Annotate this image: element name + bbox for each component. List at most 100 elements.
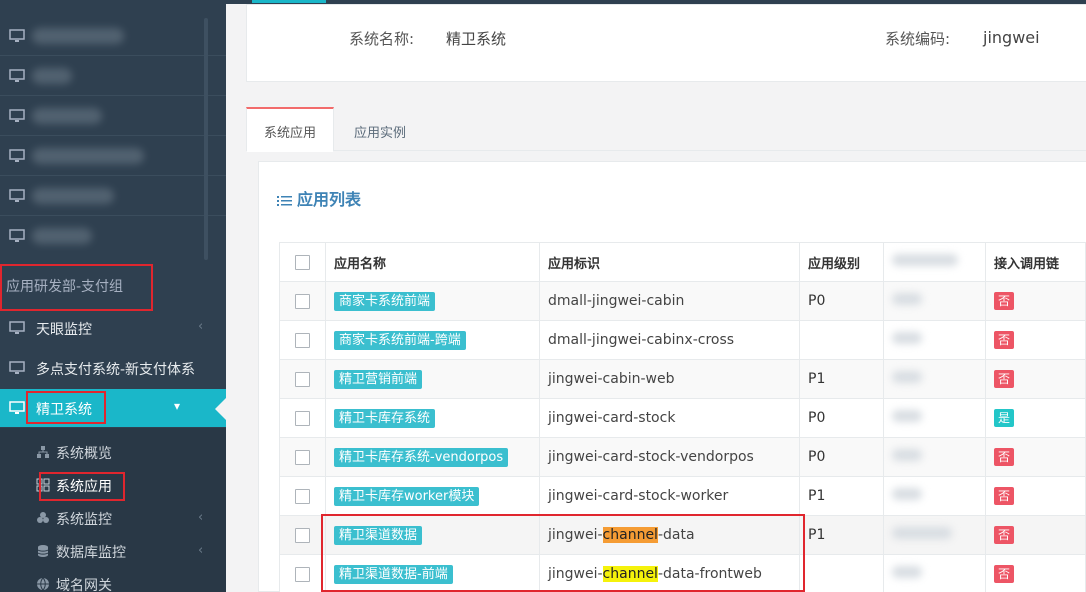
app-level-cell: P0 <box>799 437 884 477</box>
app-id-cell: jingwei-card-stock <box>539 398 800 438</box>
system-name-label: 系统名称: <box>349 30 415 48</box>
sidebar-item-tianyan[interactable]: 天眼监控 ‹ <box>0 309 226 347</box>
redacted-cell <box>883 554 986 592</box>
sidebar-item-redacted[interactable] <box>0 56 226 96</box>
app-level-cell: P0 <box>799 398 884 438</box>
tab-app-instances[interactable]: 应用实例 <box>336 107 424 151</box>
row-checkbox-cell <box>279 359 326 399</box>
header-app-level[interactable]: 应用级别 <box>799 242 884 282</box>
app-name-cell: 精卫卡库存worker模块 <box>325 476 540 516</box>
app-id-cell: jingwei-card-stock-worker <box>539 476 800 516</box>
app-name-cell: 商家卡系统前端-跨端 <box>325 320 540 360</box>
header-app-name[interactable]: 应用名称 <box>325 242 540 282</box>
redacted-label <box>32 148 144 164</box>
row-checkbox[interactable] <box>295 449 310 465</box>
header-call-chain[interactable]: 接入调用链 <box>985 242 1086 282</box>
call-chain-cell: 否 <box>985 554 1086 592</box>
app-name-cell: 精卫卡库存系统 <box>325 398 540 438</box>
row-checkbox[interactable] <box>295 527 310 543</box>
sub-menu: 系统概览 系统应用 系统监控 ‹ 数据库监控 ‹ 域名网关 <box>0 428 226 592</box>
row-checkbox[interactable] <box>295 332 310 348</box>
call-chain-badge: 否 <box>994 526 1015 544</box>
app-name-tag[interactable]: 精卫卡库存系统 <box>334 408 436 428</box>
redacted-label <box>32 228 92 244</box>
row-checkbox-cell <box>279 515 326 555</box>
row-checkbox-cell <box>279 437 326 477</box>
header-app-id[interactable]: 应用标识 <box>539 242 800 282</box>
redacted-header <box>892 254 958 266</box>
cubes-icon <box>37 512 49 523</box>
sidebar-item-redacted[interactable] <box>0 216 226 256</box>
redacted-label <box>32 68 72 84</box>
annotation-box <box>39 472 125 501</box>
table-row: 精卫卡库存系统-vendorpos jingwei-card-stock-ven… <box>279 437 1086 477</box>
panel-title: 应用列表 <box>277 186 361 210</box>
sub-item-overview[interactable]: 系统概览 <box>0 436 226 469</box>
chevron-left-icon: ‹ <box>198 543 204 558</box>
annotation-box <box>0 264 153 311</box>
app-name-tag[interactable]: 精卫卡库存worker模块 <box>334 486 480 506</box>
table-header-row: 应用名称 应用标识 应用级别 接入调用链 <box>279 242 1086 282</box>
sidebar-scrollbar[interactable] <box>204 18 208 260</box>
monitor-icon <box>9 69 25 82</box>
sub-item-label: 数据库监控 <box>56 545 126 561</box>
redacted-value <box>892 410 922 422</box>
app-name-tag[interactable]: 商家卡系统前端-跨端 <box>334 330 466 350</box>
row-checkbox-cell <box>279 554 326 592</box>
sidebar-item-redacted[interactable] <box>0 96 226 136</box>
app-level-cell: P1 <box>799 359 884 399</box>
top-bar-accent <box>252 0 326 3</box>
redacted-value <box>892 527 952 539</box>
row-checkbox[interactable] <box>295 410 310 426</box>
chevron-left-icon: ‹ <box>198 510 204 525</box>
select-all-checkbox[interactable] <box>295 254 310 270</box>
call-chain-cell: 否 <box>985 320 1086 360</box>
sub-item-gateway[interactable]: 域名网关 <box>0 568 226 592</box>
monitor-icon <box>9 361 25 374</box>
sidebar-item-redacted[interactable] <box>0 176 226 216</box>
table-row: 精卫卡库存worker模块 jingwei-card-stock-worker … <box>279 476 1086 516</box>
row-checkbox[interactable] <box>295 371 310 387</box>
row-checkbox[interactable] <box>295 566 310 582</box>
redacted-cell <box>883 281 986 321</box>
app-id-cell: dmall-jingwei-cabinx-cross <box>539 320 800 360</box>
tab-system-apps[interactable]: 系统应用 <box>246 107 334 152</box>
sub-item-label: 域名网关 <box>56 578 112 592</box>
sidebar-item-payment[interactable]: 多点支付系统-新支付体系 <box>0 349 226 387</box>
monitor-icon <box>9 229 25 242</box>
monitor-icon <box>9 29 25 42</box>
database-icon <box>37 545 49 557</box>
app-name-tag[interactable]: 精卫卡库存系统-vendorpos <box>334 447 509 467</box>
table-row: 精卫营销前端 jingwei-cabin-web P1 否 <box>279 359 1086 399</box>
sidebar-item-redacted[interactable] <box>0 16 226 56</box>
app-id-cell: jingwei-card-stock-vendorpos <box>539 437 800 477</box>
redacted-cell <box>883 437 986 477</box>
redacted-value <box>892 488 922 500</box>
sub-item-monitor[interactable]: 系统监控 ‹ <box>0 502 226 535</box>
sidebar-item-redacted[interactable] <box>0 136 226 176</box>
app-name-tag[interactable]: 精卫营销前端 <box>334 369 423 389</box>
sub-item-db-monitor[interactable]: 数据库监控 ‹ <box>0 535 226 568</box>
sub-item-label: 系统监控 <box>56 512 112 528</box>
call-chain-cell: 否 <box>985 476 1086 516</box>
row-checkbox[interactable] <box>295 293 310 309</box>
row-checkbox-cell <box>279 281 326 321</box>
call-chain-cell: 否 <box>985 359 1086 399</box>
table-row: 商家卡系统前端 dmall-jingwei-cabin P0 否 <box>279 281 1086 321</box>
app-name-tag[interactable]: 商家卡系统前端 <box>334 291 436 311</box>
list-icon <box>277 195 292 206</box>
app-level-cell <box>799 554 884 592</box>
monitor-icon <box>9 321 25 334</box>
table-row: 精卫卡库存系统 jingwei-card-stock P0 是 <box>279 398 1086 438</box>
row-checkbox-cell <box>279 476 326 516</box>
table-row: 商家卡系统前端-跨端 dmall-jingwei-cabinx-cross 否 <box>279 320 1086 360</box>
call-chain-badge: 否 <box>994 487 1015 505</box>
monitor-icon <box>9 149 25 162</box>
row-checkbox[interactable] <box>295 488 310 504</box>
monitor-icon <box>9 401 25 414</box>
redacted-cell <box>883 398 986 438</box>
system-name-value: 精卫系统 <box>446 30 507 48</box>
system-code-value: jingwei <box>983 28 1040 47</box>
redacted-value <box>892 332 922 344</box>
globe-icon <box>37 577 49 591</box>
